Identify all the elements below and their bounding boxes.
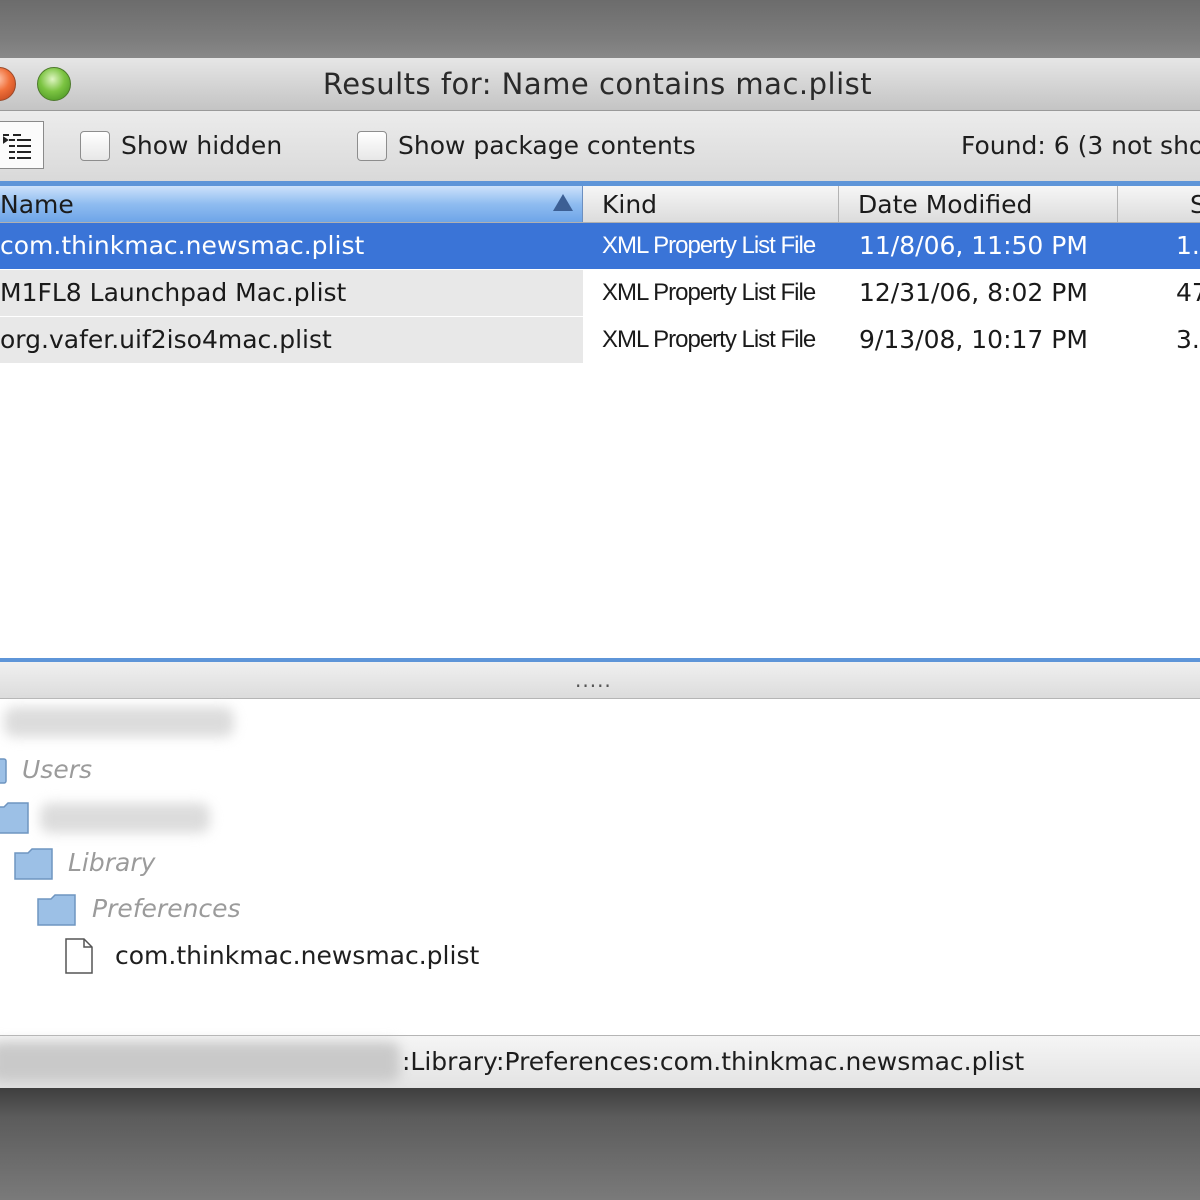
outline-view-button[interactable] — [0, 121, 44, 169]
toolbar: Show hidden Show package contents Found:… — [0, 111, 1200, 181]
column-header-date-modified[interactable]: Date Modified — [839, 186, 1118, 222]
find-results-window: Results for: Name contains mac.plist Sho… — [0, 58, 1200, 1088]
document-icon — [65, 938, 93, 974]
cell-name: com.thinkmac.newsmac.plist — [0, 223, 583, 269]
cell-date-modified: 9/13/08, 10:17 PM — [859, 325, 1088, 354]
column-header-name[interactable]: Name — [0, 186, 583, 222]
tree-item-users[interactable]: Users — [22, 754, 92, 786]
show-package-contents-label[interactable]: Show package contents — [398, 130, 696, 162]
show-hidden-label[interactable]: Show hidden — [121, 130, 282, 162]
table-row[interactable]: org.vafer.uif2iso4mac.plist XML Property… — [0, 317, 1200, 363]
tree-item-library[interactable]: Library — [68, 847, 155, 879]
cell-kind: XML Property List File — [602, 279, 816, 306]
cell-size: 1. — [1176, 231, 1200, 260]
cell-kind: XML Property List File — [602, 232, 816, 259]
split-view-divider[interactable]: ..... — [0, 662, 1200, 699]
tree-item-file[interactable]: com.thinkmac.newsmac.plist — [115, 940, 479, 972]
table-row[interactable]: M1FL8 Launchpad Mac.plist XML Property L… — [0, 270, 1200, 316]
show-hidden-checkbox[interactable] — [80, 131, 110, 161]
folder-icon — [0, 758, 7, 784]
found-count: Found: 6 (3 not sho — [961, 131, 1200, 160]
folder-icon — [0, 802, 29, 834]
table-row[interactable]: com.thinkmac.newsmac.plist XML Property … — [0, 223, 1200, 269]
status-path: :Library:Preferences:com.thinkmac.newsma… — [402, 1047, 1025, 1076]
redacted-user-name — [40, 803, 210, 833]
cell-name: M1FL8 Launchpad Mac.plist — [0, 270, 583, 316]
results-table-header: Name Kind Date Modified S — [0, 186, 1200, 223]
title-bar: Results for: Name contains mac.plist — [0, 58, 1200, 111]
path-tree-pane: Users Library Preferences com.thinkmac.n… — [0, 699, 1200, 1088]
tree-item-preferences[interactable]: Preferences — [92, 893, 241, 925]
cell-size: 3. — [1176, 325, 1200, 354]
cell-date-modified: 11/8/06, 11:50 PM — [859, 231, 1088, 260]
redacted-path-prefix — [0, 1042, 400, 1082]
outline-view-icon — [3, 134, 31, 159]
column-header-kind[interactable]: Kind — [583, 186, 839, 222]
column-header-name-label: Name — [0, 190, 74, 219]
cell-date-modified: 12/31/06, 8:02 PM — [859, 278, 1088, 307]
status-bar: :Library:Preferences:com.thinkmac.newsma… — [0, 1035, 1200, 1088]
cell-size: 47 — [1176, 278, 1200, 307]
sort-ascending-icon — [553, 194, 573, 211]
folder-icon — [37, 894, 76, 926]
divider-grip[interactable]: ..... — [575, 668, 612, 692]
window-title: Results for: Name contains mac.plist — [322, 67, 873, 101]
cell-kind: XML Property List File — [602, 326, 816, 353]
show-package-contents-checkbox[interactable] — [357, 131, 387, 161]
folder-icon — [14, 848, 53, 880]
cell-name: org.vafer.uif2iso4mac.plist — [0, 317, 583, 363]
desktop-background — [0, 1088, 1200, 1200]
column-header-size[interactable]: S — [1118, 186, 1200, 222]
redacted-volume-name — [4, 707, 234, 737]
